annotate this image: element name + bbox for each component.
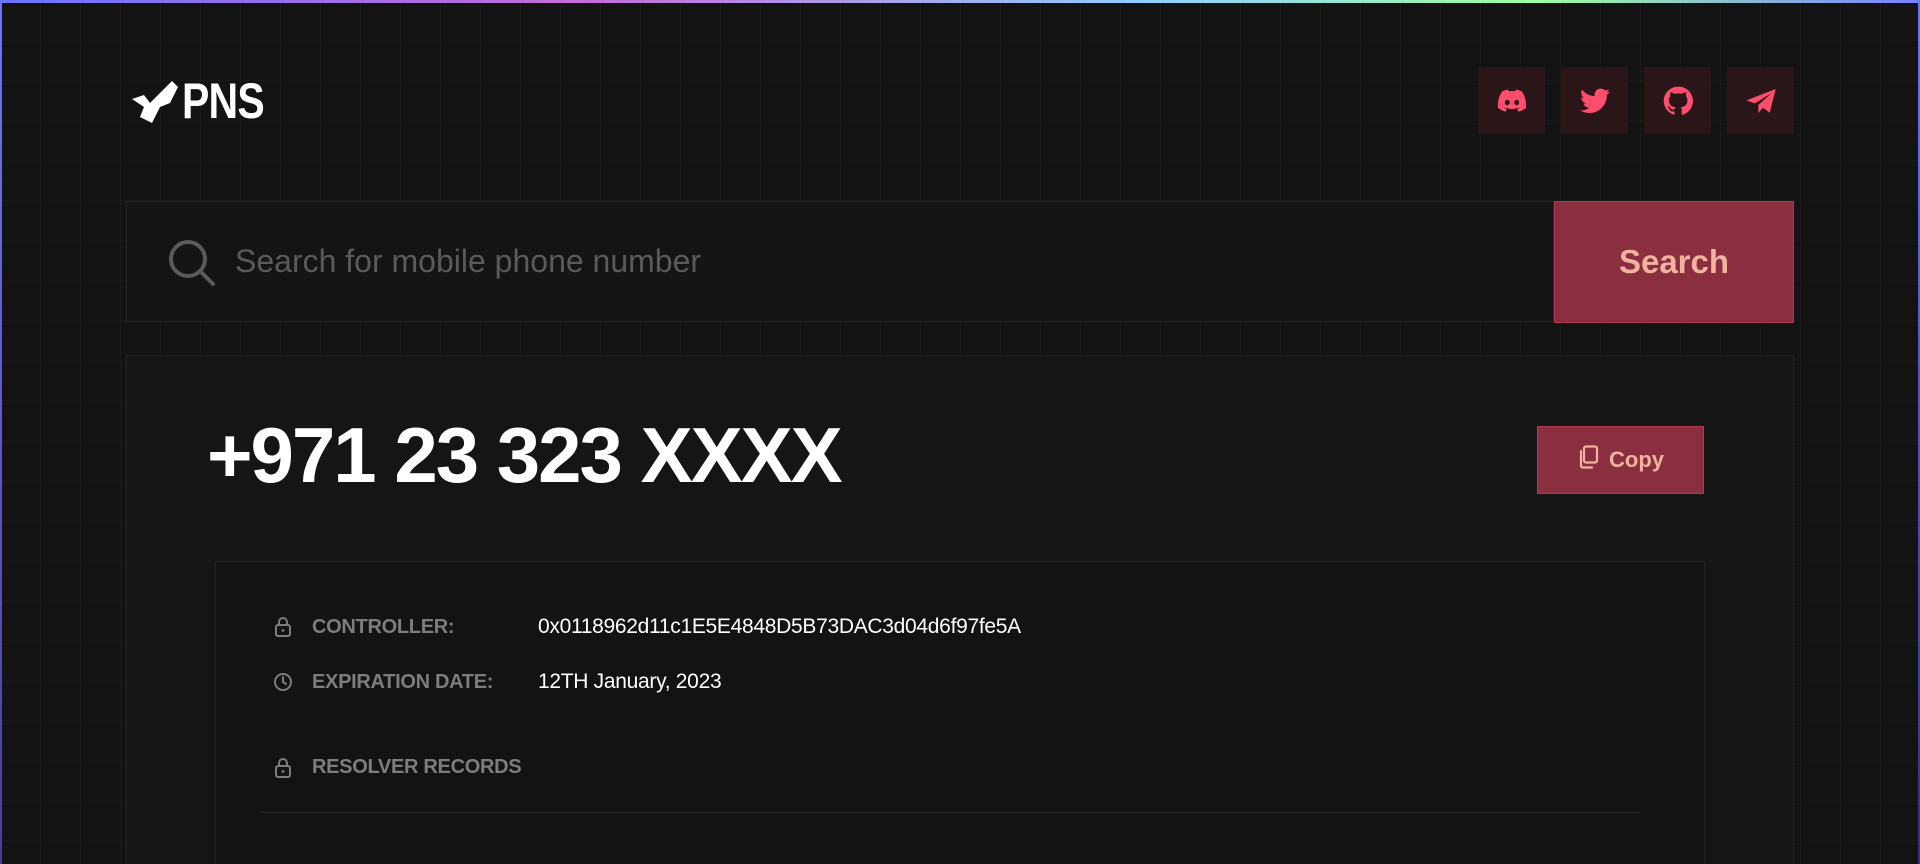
telegram-button[interactable] (1727, 67, 1794, 134)
divider (260, 812, 1640, 813)
logo-text: PNS (182, 73, 265, 129)
expiration-label: EXPIRATION DATE: (312, 670, 494, 693)
discord-icon (1497, 89, 1526, 112)
expiration-row: EXPIRATION DATE: 12TH January, 2023 (272, 670, 722, 694)
copy-label: Copy (1609, 447, 1664, 472)
discord-button[interactable] (1478, 67, 1545, 134)
controller-row: CONTROLLER: 0x0118962d11c1E5E4848D5B73DA… (272, 615, 1021, 639)
lock-icon (272, 757, 294, 779)
resolver-records-row: RESOLVER RECORDS (272, 756, 522, 779)
search-box (126, 201, 1635, 322)
controller-label: CONTROLLER: (312, 615, 455, 638)
phone-number-title: +971 23 323 XXXX (207, 411, 843, 499)
copy-icon (1577, 445, 1599, 475)
github-icon (1663, 86, 1693, 115)
lock-icon (272, 616, 294, 638)
copy-button[interactable]: Copy (1537, 426, 1704, 494)
search-input[interactable] (235, 202, 1635, 321)
search-icon (167, 238, 217, 293)
result-card: +971 23 323 XXXX Copy CONTROLLER: 0x0118… (126, 355, 1794, 864)
telegram-icon (1745, 88, 1776, 113)
social-links (1478, 67, 1794, 134)
top-gradient-border (0, 0, 1920, 3)
expiration-value: 12TH January, 2023 (538, 670, 722, 693)
logo-mark-icon (130, 77, 180, 125)
details-panel: CONTROLLER: 0x0118962d11c1E5E4848D5B73DA… (215, 561, 1705, 864)
controller-value: 0x0118962d11c1E5E4848D5B73DAC3d04d6f97fe… (538, 615, 1021, 638)
twitter-button[interactable] (1561, 67, 1628, 134)
github-button[interactable] (1644, 67, 1711, 134)
search-button[interactable]: Search (1554, 201, 1794, 323)
left-border (0, 0, 2, 864)
resolver-records-label: RESOLVER RECORDS (312, 756, 522, 778)
logo[interactable]: PNS (130, 76, 282, 126)
twitter-icon (1579, 88, 1610, 113)
clock-icon (272, 672, 294, 692)
